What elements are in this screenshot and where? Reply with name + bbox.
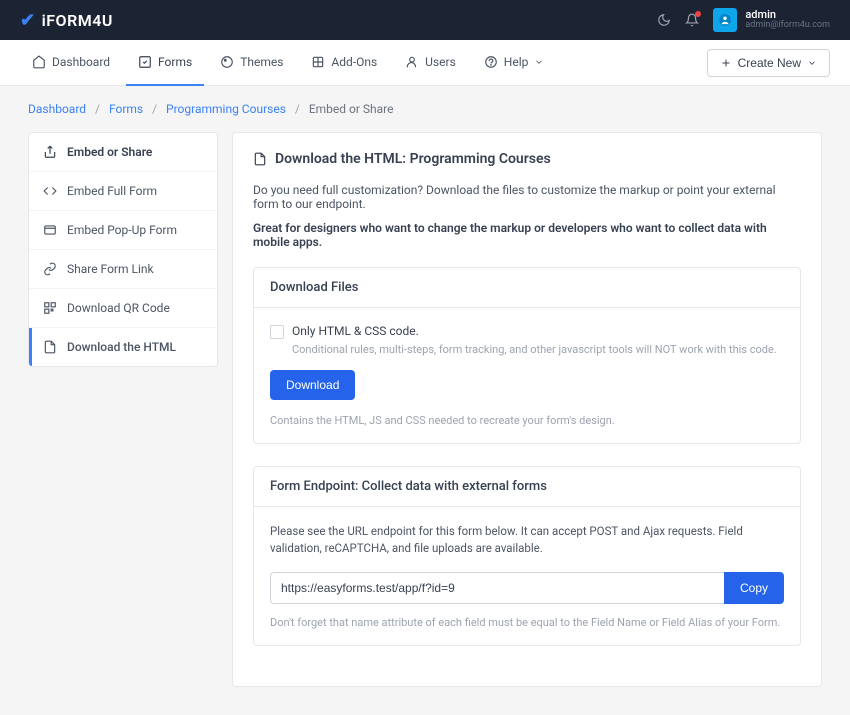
user-menu[interactable]: admin admin@iform4u.com [713,8,830,32]
create-new-button[interactable]: Create New [707,49,830,77]
sidebar-item-label: Download QR Code [67,301,170,315]
nav-label: Forms [158,55,192,69]
endpoint-url-input[interactable] [270,572,724,604]
nav-label: Users [425,55,456,69]
puzzle-icon [311,55,325,69]
nav-dashboard[interactable]: Dashboard [20,40,122,86]
download-footer: Contains the HTML, JS and CSS needed to … [270,414,784,427]
endpoint-heading: Form Endpoint: Collect data with externa… [254,467,800,507]
sidebar-item-embed-full[interactable]: Embed Full Form [29,172,217,211]
endpoint-panel: Form Endpoint: Collect data with externa… [253,466,801,646]
window-icon [43,223,57,237]
sidebar-item-download-html[interactable]: Download the HTML [29,328,217,366]
endpoint-desc: Please see the URL endpoint for this for… [270,523,784,558]
sidebar-item-embed-popup[interactable]: Embed Pop-Up Form [29,211,217,250]
share-icon [43,145,57,159]
document-icon [43,340,57,354]
download-heading: Download Files [254,268,800,308]
nav-users[interactable]: Users [393,40,468,86]
checkbox-label: Only HTML & CSS code. [292,324,419,338]
plus-icon [720,57,732,69]
notification-dot-icon [695,11,701,17]
link-icon [43,262,57,276]
home-icon [32,55,46,69]
download-files-panel: Download Files Only HTML & CSS code. Con… [253,267,801,444]
sidebar-item-label: Share Form Link [67,262,154,276]
nav-addons[interactable]: Add-Ons [299,40,389,86]
sidebar-item-label: Embed Full Form [67,184,157,198]
sidebar-header-label: Embed or Share [67,145,152,159]
document-icon [253,152,267,166]
sidebar-header: Embed or Share [29,133,217,172]
only-html-css-checkbox[interactable] [270,325,284,339]
logo-mark-icon: ✔ [20,10,36,31]
sidebar-item-label: Embed Pop-Up Form [67,223,177,237]
nav-label: Dashboard [52,55,110,69]
logo[interactable]: ✔ iFORM4U [20,10,113,31]
bell-icon[interactable] [685,13,699,27]
breadcrumb-current: Embed or Share [309,102,394,116]
nav-label: Add-Ons [331,55,377,69]
endpoint-note: Don't forget that name attribute of each… [270,616,784,629]
qr-icon [43,301,57,315]
palette-icon [220,55,234,69]
intro-text: Do you need full customization? Download… [253,183,801,211]
user-email: admin@iform4u.com [745,21,830,31]
nav-forms[interactable]: Forms [126,40,204,86]
chevron-down-icon [807,58,817,68]
download-button[interactable]: Download [270,370,355,400]
breadcrumb-link[interactable]: Programming Courses [166,102,286,116]
check-square-icon [138,55,152,69]
nav-themes[interactable]: Themes [208,40,295,86]
breadcrumb: Dashboard / Forms / Programming Courses … [0,86,850,132]
breadcrumb-link[interactable]: Dashboard [28,102,86,116]
nav-help[interactable]: Help [472,40,557,86]
sidebar-item-share-link[interactable]: Share Form Link [29,250,217,289]
copy-button[interactable]: Copy [724,572,784,604]
intro-bold: Great for designers who want to change t… [253,221,801,249]
brand-name: iFORM4U [42,11,113,30]
checkbox-hint: Conditional rules, multi-steps, form tra… [292,343,784,356]
chevron-down-icon [534,57,544,67]
main-panel: Download the HTML: Programming Courses D… [232,132,822,687]
sidebar-item-qr-code[interactable]: Download QR Code [29,289,217,328]
nav-label: Themes [240,55,283,69]
nav-label: Help [504,55,529,69]
user-icon [405,55,419,69]
breadcrumb-link[interactable]: Forms [109,102,143,116]
topbar: ✔ iFORM4U admin admin@iform4u.com [0,0,850,40]
help-icon [484,55,498,69]
page-title: Download the HTML: Programming Courses [275,151,551,167]
sidebar: Embed or Share Embed Full Form Embed Pop… [28,132,218,367]
create-new-label: Create New [738,56,801,70]
navbar: Dashboard Forms Themes Add-Ons Users Hel… [0,40,850,86]
sidebar-item-label: Download the HTML [67,340,176,354]
moon-icon[interactable] [657,13,671,27]
code-icon [43,184,57,198]
avatar [713,8,737,32]
